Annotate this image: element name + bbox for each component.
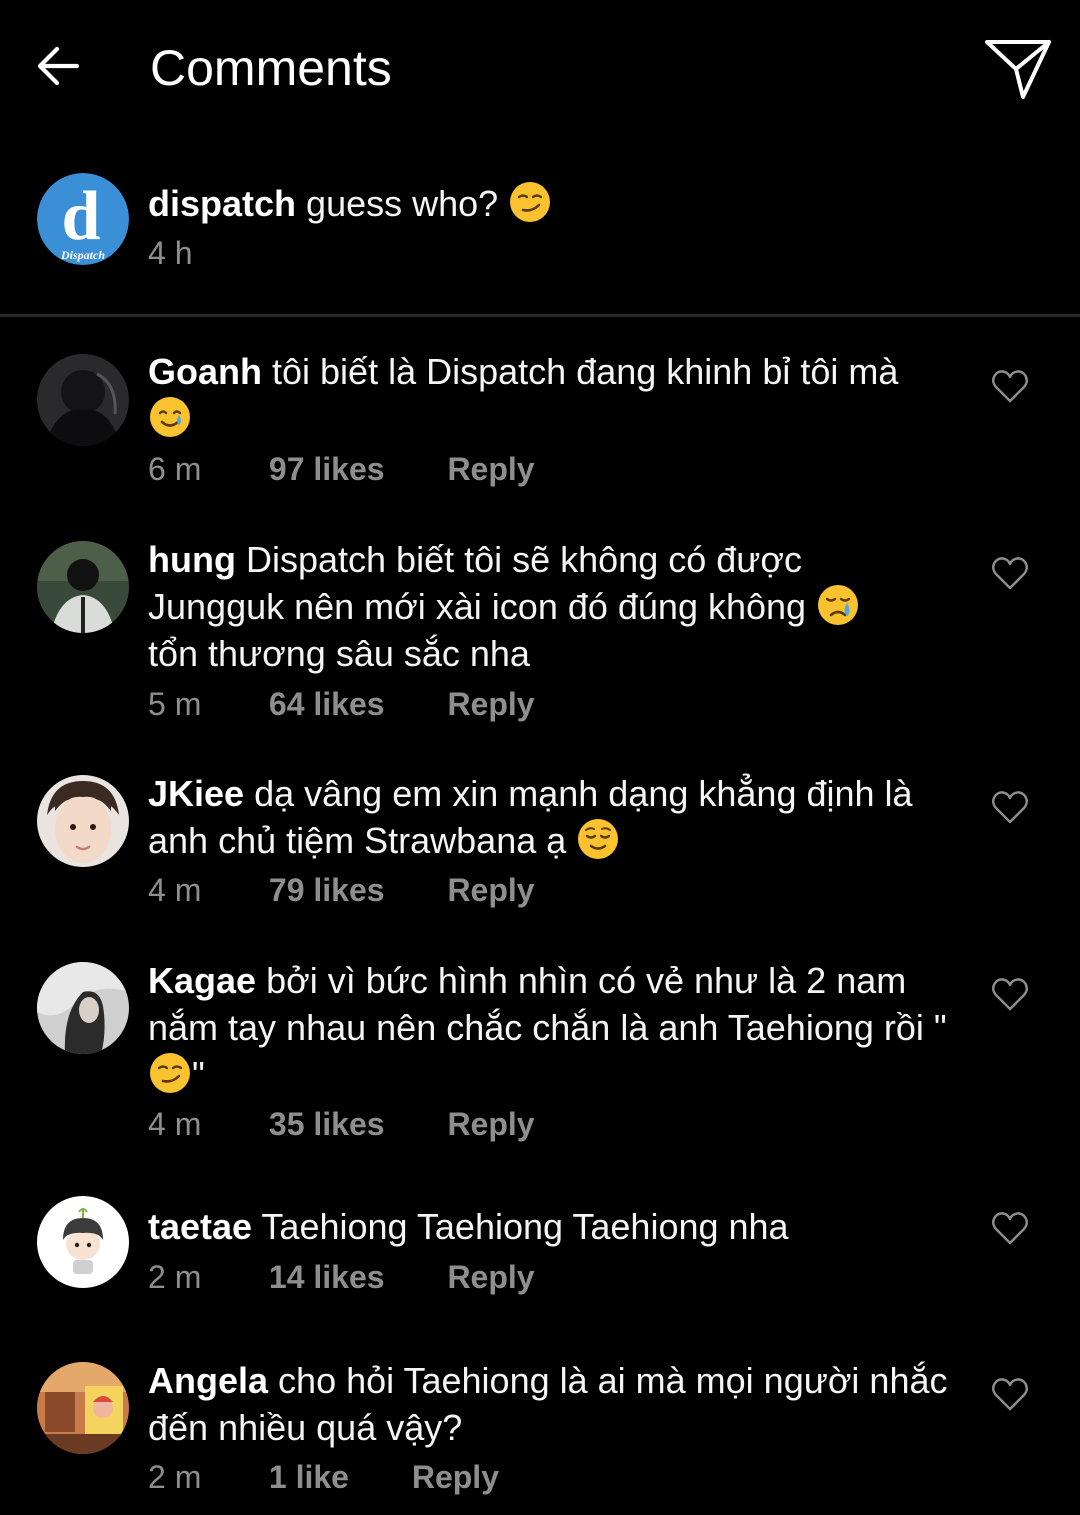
- comment-body-continued: tổn thương sâu sắc nha: [148, 633, 530, 674]
- heart-icon[interactable]: [990, 366, 1030, 406]
- comment-item: Goanh tôi biết là Dispatch đang khinh bỉ…: [0, 351, 1080, 492]
- crying-emoji-icon: [818, 585, 859, 625]
- smirk-emoji-icon: [510, 182, 551, 222]
- avatar[interactable]: [37, 1196, 129, 1288]
- heart-icon[interactable]: [990, 1374, 1030, 1414]
- comment-item: hung Dispatch biết tôi sẽ không có được …: [0, 539, 1080, 730]
- comment-meta: 4 m 35 likes Reply: [148, 1102, 535, 1146]
- username[interactable]: Goanh: [148, 351, 262, 392]
- username[interactable]: hung: [148, 539, 236, 580]
- avatar[interactable]: [37, 354, 129, 446]
- comment-body-end: ": [192, 1054, 205, 1095]
- top-bar: Comments: [0, 0, 1080, 135]
- comment-body: Taehiong Taehiong Taehiong nha: [261, 1206, 789, 1247]
- likes-count[interactable]: 1 like: [269, 1455, 349, 1499]
- reply-button[interactable]: Reply: [412, 1455, 499, 1499]
- likes-count[interactable]: 97 likes: [269, 447, 385, 491]
- comment-text: hung Dispatch biết tôi sẽ không có được …: [148, 536, 948, 677]
- comment-text: Angela cho hỏi Taehiong là ai mà mọi ngư…: [148, 1357, 948, 1451]
- avatar[interactable]: d Dispatch: [37, 173, 129, 265]
- smile-tear-emoji-icon: [150, 397, 190, 437]
- comment-meta: 4 m 79 likes Reply: [148, 868, 535, 912]
- comment-item: taetae Taehiong Taehiong Taehiong nha 2 …: [0, 1195, 1080, 1305]
- likes-count[interactable]: 14 likes: [269, 1255, 385, 1299]
- timestamp: 4 m: [148, 1106, 202, 1142]
- comment-item: JKiee dạ vâng em xin mạnh dạng khẳng địn…: [0, 773, 1080, 914]
- caption-text: dispatch guess who?: [148, 180, 948, 227]
- page-title: Comments: [150, 40, 392, 96]
- comment-body: dạ vâng em xin mạnh dạng khẳng định là a…: [148, 773, 913, 861]
- timestamp: 6 m: [148, 451, 202, 487]
- likes-count[interactable]: 35 likes: [269, 1102, 385, 1146]
- avatar-logo-letter: d: [62, 178, 101, 255]
- heart-icon[interactable]: [990, 787, 1030, 827]
- heart-icon[interactable]: [990, 974, 1030, 1014]
- arrow-left-icon: [37, 46, 80, 86]
- comment-text: JKiee dạ vâng em xin mạnh dạng khẳng địn…: [148, 770, 948, 864]
- comment-item: Kagae bởi vì bức hình nhìn có vẻ như là …: [0, 960, 1080, 1151]
- heart-icon[interactable]: [990, 553, 1030, 593]
- comment-text: Goanh tôi biết là Dispatch đang khinh bỉ…: [148, 348, 948, 442]
- reply-button[interactable]: Reply: [447, 868, 534, 912]
- timestamp: 4 m: [148, 872, 202, 908]
- timestamp: 4 h: [148, 235, 193, 271]
- avatar[interactable]: [37, 541, 129, 633]
- comment-body: cho hỏi Taehiong là ai mà mọi người nhắc…: [148, 1360, 948, 1448]
- smirk-emoji-icon: [150, 1053, 190, 1093]
- paper-plane-icon: [985, 40, 1051, 99]
- likes-count[interactable]: 79 likes: [269, 868, 385, 912]
- comment-meta: 5 m 64 likes Reply: [148, 682, 535, 726]
- username[interactable]: Angela: [148, 1360, 268, 1401]
- share-button[interactable]: [980, 34, 1056, 104]
- comment-meta: 6 m 97 likes Reply: [148, 447, 535, 491]
- caption-body: guess who?: [306, 183, 499, 224]
- reply-button[interactable]: Reply: [447, 447, 534, 491]
- username[interactable]: JKiee: [148, 773, 244, 814]
- post-caption: d Dispatch dispatch guess who? 4 h: [0, 168, 1080, 314]
- comment-text: taetae Taehiong Taehiong Taehiong nha: [148, 1203, 948, 1250]
- comment-meta: 2 m 14 likes Reply: [148, 1255, 535, 1299]
- comment-item: Angela cho hỏi Taehiong là ai mà mọi ngư…: [0, 1360, 1080, 1501]
- likes-count[interactable]: 64 likes: [269, 682, 385, 726]
- avatar-logo-wordmark: Dispatch: [60, 248, 105, 262]
- username[interactable]: dispatch: [148, 183, 296, 224]
- comment-meta: 2 m 1 like Reply: [148, 1455, 499, 1499]
- timestamp: 5 m: [148, 686, 202, 722]
- caption-meta: 4 h: [148, 231, 192, 275]
- relieved-emoji-icon: [578, 819, 619, 859]
- comment-body: bởi vì bức hình nhìn có vẻ như là 2 nam …: [148, 960, 947, 1048]
- comment-body: Dispatch biết tôi sẽ không có được Jungg…: [148, 539, 807, 627]
- username[interactable]: Kagae: [148, 960, 256, 1001]
- reply-button[interactable]: Reply: [447, 682, 534, 726]
- heart-icon[interactable]: [990, 1208, 1030, 1248]
- comment-body: tôi biết là Dispatch đang khinh bỉ tôi m…: [272, 351, 899, 392]
- avatar[interactable]: [37, 775, 129, 867]
- reply-button[interactable]: Reply: [447, 1255, 534, 1299]
- back-button[interactable]: [30, 38, 86, 94]
- timestamp: 2 m: [148, 1259, 202, 1295]
- reply-button[interactable]: Reply: [447, 1102, 534, 1146]
- timestamp: 2 m: [148, 1459, 202, 1495]
- avatar[interactable]: [37, 962, 129, 1054]
- username[interactable]: taetae: [148, 1206, 252, 1247]
- comment-text: Kagae bởi vì bức hình nhìn có vẻ như là …: [148, 957, 948, 1098]
- divider: [0, 314, 1080, 317]
- avatar[interactable]: [37, 1362, 129, 1454]
